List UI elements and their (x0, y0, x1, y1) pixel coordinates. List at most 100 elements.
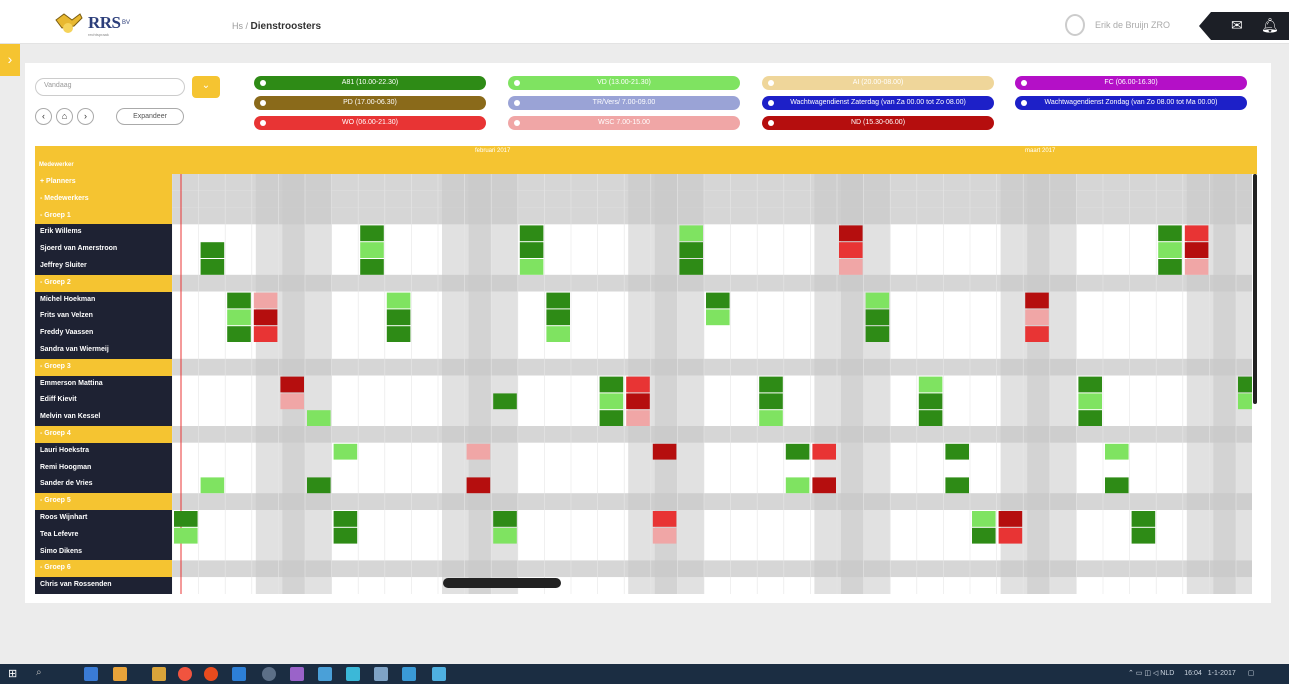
legend-pill[interactable]: Wachtwagendienst Zaterdag (van Za 00.00 … (762, 96, 994, 110)
shift-block[interactable] (253, 309, 278, 326)
legend-pill[interactable]: A81 (10.00-22.30) (254, 76, 486, 90)
shift-block[interactable] (519, 259, 544, 275)
shift-block[interactable] (227, 309, 251, 326)
shift-block[interactable] (626, 376, 650, 393)
taskbar-app-icon[interactable] (346, 667, 360, 681)
clock-date[interactable]: 1-1-2017 (1208, 670, 1236, 677)
shift-block[interactable] (626, 393, 650, 410)
vertical-scrollbar[interactable] (1253, 174, 1257, 404)
employee-row-label[interactable]: Sjoerd van Amerstroon (35, 241, 172, 259)
shift-block[interactable] (333, 527, 358, 544)
employee-row-label[interactable]: Jeffrey Sluiter (35, 258, 172, 275)
shift-block[interactable] (1131, 511, 1156, 527)
employee-row-label[interactable]: Michel Hoekman (35, 291, 172, 309)
shift-block[interactable] (679, 225, 703, 242)
shift-block[interactable] (1184, 259, 1209, 275)
shift-block[interactable] (998, 527, 1023, 544)
shift-block[interactable] (1025, 326, 1049, 342)
shift-block[interactable] (599, 376, 624, 393)
legend-pill[interactable]: WSC 7.00-15.00 (508, 116, 740, 130)
shift-block[interactable] (200, 477, 225, 494)
shift-block[interactable] (386, 326, 411, 342)
shift-block[interactable] (599, 393, 624, 410)
employee-row-label[interactable]: Emmerson Mattina (35, 375, 172, 393)
shift-block[interactable] (519, 242, 544, 258)
language-indicator[interactable]: NLD (1160, 670, 1174, 677)
taskbar-app-icon[interactable] (402, 667, 416, 681)
shift-block[interactable] (546, 326, 570, 342)
employee-row-label[interactable]: Remi Hoogman (35, 459, 172, 477)
shift-block[interactable] (785, 443, 810, 460)
shift-block[interactable] (1184, 242, 1209, 258)
shift-block[interactable] (253, 292, 278, 309)
group-row-label[interactable]: - Groep 6 (35, 560, 172, 578)
user-name[interactable]: Erik de Bruijn ZRO (1095, 20, 1170, 30)
taskbar-app-icon[interactable] (113, 667, 127, 681)
shift-block[interactable] (865, 326, 890, 342)
shift-block[interactable] (307, 410, 331, 426)
employee-row-label[interactable]: Erik Willems (35, 224, 172, 242)
shift-block[interactable] (599, 410, 624, 426)
shift-block[interactable] (546, 292, 570, 309)
shift-block[interactable] (812, 443, 836, 460)
logo[interactable]: RRS BV rechtspraak (52, 10, 162, 37)
taskbar-app-icon[interactable] (318, 667, 332, 681)
shift-block[interactable] (706, 309, 730, 326)
shift-block[interactable] (1158, 225, 1182, 242)
shift-block[interactable] (839, 242, 863, 258)
employee-row-label[interactable]: Tea Lefevre (35, 526, 172, 544)
group-row-label[interactable]: - Groep 4 (35, 426, 172, 443)
search-icon[interactable]: ⌕ (36, 667, 42, 678)
employee-row-label[interactable]: Sandra van Wiermeij (35, 342, 172, 359)
shift-block[interactable] (466, 477, 491, 494)
chevron-down-icon[interactable]: ⌄ (192, 76, 220, 98)
legend-pill[interactable]: ND (15.30-06.00) (762, 116, 994, 130)
employee-row-label[interactable]: Chris van Rossenden (35, 577, 172, 594)
group-row-label[interactable]: - Groep 5 (35, 493, 172, 511)
employee-row-label[interactable]: Lauri Hoekstra (35, 442, 172, 460)
shift-block[interactable] (333, 443, 358, 460)
taskbar-app-icon[interactable] (262, 667, 276, 681)
employee-row-label[interactable]: Frits van Velzen (35, 308, 172, 326)
shift-block[interactable] (785, 477, 810, 494)
shift-block[interactable] (652, 511, 677, 527)
shift-block[interactable] (945, 477, 969, 494)
shift-block[interactable] (386, 309, 411, 326)
legend-pill[interactable]: PD (17.00-06.30) (254, 96, 486, 110)
shift-block[interactable] (652, 443, 677, 460)
shift-block[interactable] (865, 292, 890, 309)
group-row-label[interactable]: - Medewerkers (35, 190, 172, 208)
shift-block[interactable] (759, 410, 783, 426)
date-field[interactable]: Vandaag (35, 78, 185, 96)
windows-start-icon[interactable]: ⊞ (8, 667, 17, 680)
legend-pill[interactable]: AI (20.00-08.00) (762, 76, 994, 90)
employee-row-label[interactable]: Roos Wijnhart (35, 510, 172, 527)
legend-pill[interactable]: Wachtwagendienst Zondag (van Zo 08.00 to… (1015, 96, 1247, 110)
shift-block[interactable] (972, 511, 996, 527)
shift-block[interactable] (972, 527, 996, 544)
shift-block[interactable] (333, 511, 358, 527)
legend-pill[interactable]: FC (06.00-16.30) (1015, 76, 1247, 90)
taskbar-app-icon[interactable] (432, 667, 446, 681)
shift-block[interactable] (1078, 393, 1102, 410)
shift-block[interactable] (945, 443, 969, 460)
shift-block[interactable] (679, 259, 703, 275)
taskbar-app-icon[interactable] (152, 667, 166, 681)
employee-row-label[interactable]: Ediff Kievit (35, 392, 172, 410)
shift-block[interactable] (174, 527, 198, 544)
shift-block[interactable] (759, 393, 783, 410)
shift-block[interactable] (360, 259, 384, 275)
shift-block[interactable] (865, 309, 890, 326)
shift-block[interactable] (1131, 527, 1156, 544)
visual-studio-icon[interactable] (290, 667, 304, 681)
employee-row-label[interactable]: Sander de Vries (35, 476, 172, 494)
shift-block[interactable] (839, 225, 863, 242)
shift-block[interactable] (652, 527, 677, 544)
shift-block[interactable] (386, 292, 411, 309)
bell-icon[interactable]: 🔔︎ (1261, 17, 1279, 34)
home-button[interactable]: ⌂ (56, 108, 73, 125)
shift-block[interactable] (493, 511, 517, 527)
group-row-label[interactable]: - Groep 1 (35, 207, 172, 225)
shift-block[interactable] (1184, 225, 1209, 242)
edge-icon[interactable] (232, 667, 246, 681)
